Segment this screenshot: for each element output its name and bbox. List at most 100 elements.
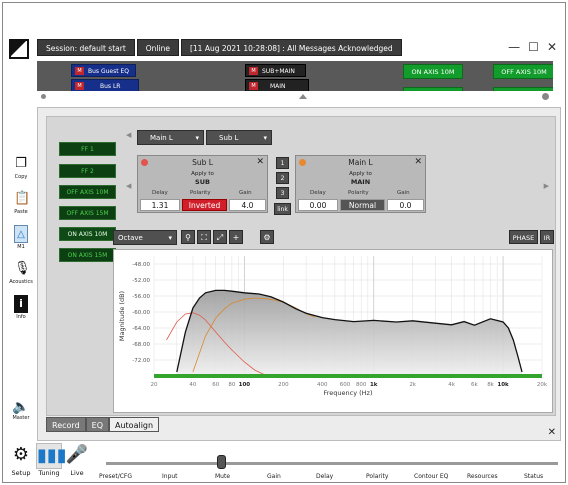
apply-to-target[interactable]: MAIN [296,178,425,186]
preset-2-button[interactable]: 2 [276,172,289,184]
copy-label: Copy [14,174,28,180]
y-tick-label: -56.00 [132,294,150,300]
paste-icon: 📋 [14,191,31,206]
settings-icon[interactable]: ⚙ [260,230,274,244]
source-off-axis-10m[interactable]: OFF AXIS 10M [59,185,116,199]
minimize-icon[interactable]: — [508,40,520,54]
mute-toggle[interactable]: M [75,82,84,90]
maximize-icon[interactable]: ☐ [528,40,539,54]
delay-label: Delay [310,190,326,196]
fit-icon[interactable]: ⛶ [197,230,211,244]
delay-field[interactable]: 1.31 [140,199,180,211]
mute-toggle[interactable]: M [249,67,258,75]
ir-button[interactable]: IR [540,230,554,244]
messages-status[interactable]: [11 Aug 2021 10:28:08] : All Messages Ac… [180,39,402,56]
channel-chip[interactable]: M Bus Guest EQ [71,64,136,77]
crosshair-icon[interactable]: + [229,230,243,244]
scroll-right-icon[interactable] [542,93,549,100]
acoustics-button[interactable]: 🎙 Acoustics [9,260,33,292]
close-icon[interactable]: ✕ [547,40,557,54]
gain-field[interactable]: 0.0 [387,199,424,211]
setup-label: Setup [11,469,31,477]
reference-dropdown[interactable]: Main L [137,130,204,146]
y-tick-label: -52.00 [132,278,150,284]
channel-chip-green[interactable] [403,87,463,91]
close-icon[interactable]: ✕ [548,427,556,438]
tab-eq[interactable]: EQ [85,417,109,432]
info-button[interactable]: i Info [9,295,33,327]
setup-button[interactable]: ⚙ Setup [8,443,34,477]
chart-svg: -48.00 -52.00 -56.00 -60.00 -64.00 -68.00 -72.… [118,256,548,397]
info-label: Info [16,314,26,320]
autoalign-pane: FF 1 FF 2 OFF AXIS 10M OFF AXIS 15M ON A… [46,116,556,416]
polarity-toggle[interactable]: Inverted [182,199,227,211]
channel-label: SUB+MAIN [262,68,295,75]
rail-slider[interactable] [217,455,226,469]
polarity-label: Polarity [190,190,211,196]
rail-preset[interactable]: Preset/CFG [99,473,132,480]
zoom-icon[interactable]: ⚲ [181,230,195,244]
live-button[interactable]: 🎤 Live [64,443,90,477]
source-ff1[interactable]: FF 1 [59,142,116,156]
session-label[interactable]: Session: default start [37,39,135,56]
rail-delay[interactable]: Delay [316,473,333,480]
source-on-axis-15m[interactable]: ON AXIS 15M [59,248,116,262]
rail-mute[interactable]: Mute [215,473,230,480]
gain-field[interactable]: 4.0 [229,199,266,211]
mute-toggle[interactable]: M [75,67,84,75]
acoustics-icon: 🎙 [14,261,31,276]
scale-dropdown[interactable]: Octave [113,230,177,246]
rail-contour-eq[interactable]: Contour EQ [414,473,448,480]
acoustics-label: Acoustics [9,279,33,285]
target-dropdown[interactable]: Sub L [206,130,272,146]
apply-to-target[interactable]: SUB [138,178,267,186]
tab-record[interactable]: Record [46,417,86,432]
collapse-icon[interactable] [299,94,307,99]
main-card-title: Main L [348,158,373,167]
session-bar: Session: default start Online [11 Aug 20… [37,39,402,56]
channel-chip[interactable]: M SUB+MAIN [245,64,306,77]
expand-icon[interactable]: ⤢ [213,230,227,244]
rail-input[interactable]: Input [162,473,178,480]
copy-button[interactable]: ❐ Copy [9,155,33,187]
delay-field[interactable]: 0.00 [298,199,338,211]
source-off-axis-15m[interactable]: OFF AXIS 15M [59,206,116,220]
x-tick-label: 10k [497,382,509,388]
m1-icon: △ [14,225,28,243]
preset-3-button[interactable]: 3 [276,187,289,199]
channel-chip[interactable]: M MAIN [245,79,309,91]
close-icon[interactable]: ✕ [414,157,422,167]
frequency-response-chart[interactable]: -48.00 -52.00 -56.00 -60.00 -64.00 -68.00 -72.… [113,249,553,413]
chevron-left-icon[interactable]: ◀ [126,182,131,190]
channel-chip-green[interactable]: ON AXIS 10M [403,64,463,79]
paste-button[interactable]: 📋 Paste [9,190,33,222]
x-tick-label: 2k [409,382,416,388]
tab-autoalign[interactable]: Autoalign [109,417,160,432]
x-tick-label: 40 [189,382,196,388]
channel-chip[interactable]: M Bus LR [71,79,140,91]
close-icon[interactable]: ✕ [256,157,264,167]
link-button[interactable]: link [274,203,291,215]
rail-gain[interactable]: Gain [267,473,281,480]
chevron-left-icon[interactable]: ◀ [126,131,131,139]
mute-toggle[interactable]: M [249,82,258,90]
source-ff2[interactable]: FF 2 [59,164,116,178]
strip-splitter[interactable] [37,92,553,100]
x-tick-label: 80 [228,382,235,388]
preset-1-button[interactable]: 1 [276,157,289,169]
rail-resources[interactable]: Resources [467,473,498,480]
rail-status[interactable]: Status [524,473,543,480]
m1-label: M1 [17,244,25,250]
apply-to-label: Apply to [349,171,372,177]
phase-button[interactable]: PHASE [509,230,538,244]
polarity-toggle[interactable]: Normal [340,199,385,211]
chevron-right-icon[interactable]: ▶ [544,182,549,190]
rail-polarity[interactable]: Polarity [366,473,388,480]
scroll-left-icon[interactable] [41,94,46,99]
master-button[interactable]: 🔈 Master [9,399,33,421]
m1-button[interactable]: △ M1 [9,225,33,257]
channel-chip-green[interactable] [493,87,553,91]
source-on-axis-10m[interactable]: ON AXIS 10M [59,227,116,241]
tuning-button[interactable]: ▮▮▮ Tuning [36,443,67,477]
channel-chip-green[interactable]: OFF AXIS 10M [493,64,553,79]
